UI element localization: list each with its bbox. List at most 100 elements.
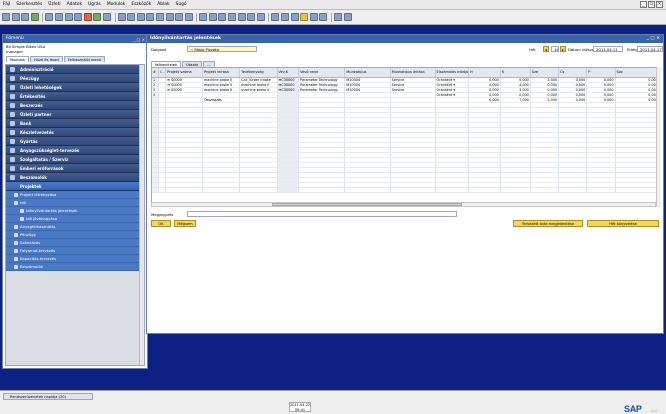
filter-icon[interactable] xyxy=(175,13,184,21)
menu-goto[interactable]: Ugrás xyxy=(88,2,101,7)
warning-icon[interactable] xyxy=(300,13,309,21)
col-header-sat[interactable]: Szo xyxy=(615,68,660,78)
col-header-thu[interactable]: Cs xyxy=(558,68,588,78)
col-header-project-desc[interactable]: Projekt leírása xyxy=(202,68,241,78)
pdf-icon[interactable] xyxy=(74,13,83,21)
calendar-icon[interactable] xyxy=(309,13,318,21)
sub-item-create-project[interactable]: Projekt létrehozása xyxy=(6,191,144,199)
minimize-icon[interactable]: _ xyxy=(640,1,647,8)
sub-item-material-usage[interactable]: Anyagfelhasználás xyxy=(6,223,144,231)
excel-icon[interactable] xyxy=(64,13,73,21)
prev-week-button[interactable]: ◂ xyxy=(543,46,549,52)
col-header-activity[interactable]: Tevékenység xyxy=(239,68,278,78)
module-banking[interactable]: Bank xyxy=(6,119,144,128)
module-service[interactable]: Szolgáltatás / Szerviz xyxy=(6,155,144,164)
gross-profit-icon[interactable] xyxy=(228,13,237,21)
cancel-button[interactable]: Mégsem xyxy=(174,220,196,227)
sub-item-reports[interactable]: Beszámolók xyxy=(6,263,144,271)
menu-business[interactable]: Üzleti xyxy=(48,2,60,7)
module-list-scrollbar[interactable] xyxy=(139,65,144,365)
sub-item-timesheets[interactable]: Időnyilvántartás jelentések xyxy=(6,207,144,215)
sub-item-time[interactable]: Idő xyxy=(6,199,144,207)
sub-item-finance[interactable]: Pénzügy xyxy=(6,231,144,239)
export-icon[interactable] xyxy=(45,13,54,21)
module-inventory[interactable]: Készletvezetés xyxy=(6,128,144,137)
show-planned-hours-button[interactable]: Tervezett órák megjelenítése xyxy=(513,220,583,227)
sort-icon[interactable] xyxy=(184,13,193,21)
settings-icon[interactable] xyxy=(256,13,265,21)
dropdown-arrow-icon[interactable]: ▾ xyxy=(453,88,455,92)
col-header-work-type[interactable]: Munkatípus xyxy=(344,68,391,78)
ok-button[interactable]: OK xyxy=(151,220,171,227)
post-week-button[interactable]: Hét könyvelése xyxy=(587,220,659,227)
layout-designer-icon[interactable] xyxy=(271,13,280,21)
menu-file[interactable]: Fájl xyxy=(3,2,10,7)
grid-horizontal-scrollbar[interactable] xyxy=(151,202,656,207)
col-header-tue[interactable]: K xyxy=(500,68,531,78)
menu-tools[interactable]: Eszközök xyxy=(131,2,151,7)
module-financials[interactable]: Pénzügy xyxy=(6,74,144,83)
scrollbar-thumb[interactable] xyxy=(272,203,462,206)
add-icon[interactable] xyxy=(127,13,136,21)
tab-user-menu[interactable]: Felhasználói menü xyxy=(63,56,106,62)
volume-icon[interactable] xyxy=(247,13,256,21)
module-opportunities[interactable]: Üzleti lehetőségek xyxy=(6,83,144,92)
col-header-number[interactable]: # xyxy=(152,68,160,78)
module-projects[interactable]: Projektek xyxy=(6,182,144,191)
timesheet-window-controls[interactable]: _ □ × xyxy=(647,35,660,43)
last-record-icon[interactable] xyxy=(165,13,174,21)
target-document-icon[interactable] xyxy=(208,13,217,21)
dropdown-arrow-icon[interactable]: ▾ xyxy=(453,83,455,87)
col-header-customer-code[interactable]: Vev.K xyxy=(277,68,300,78)
connect-icon[interactable] xyxy=(334,13,342,21)
module-reports[interactable]: Beszámolók xyxy=(6,173,144,182)
dropdown-arrow-icon[interactable]: ▾ xyxy=(453,78,455,82)
tab-drag-relate[interactable]: Húzd és Hozd xyxy=(30,56,63,62)
col-header-customer-name[interactable]: Vevő neve xyxy=(298,68,346,78)
launch-icon[interactable] xyxy=(83,13,92,21)
system-message-log-tab[interactable]: Rendszerüzenetek naplója (20) xyxy=(3,393,93,400)
sub-item-capacity-planning[interactable]: Kapacitás-tervezés xyxy=(6,255,144,263)
next-record-icon[interactable] xyxy=(155,13,164,21)
module-business-partners[interactable]: Üzleti partner xyxy=(6,110,144,119)
date-from-field[interactable]: 2011.04.11 xyxy=(593,46,623,52)
journal-icon[interactable] xyxy=(218,13,227,21)
remarks-field[interactable] xyxy=(187,211,457,217)
col-header-wed[interactable]: Sze xyxy=(530,68,560,78)
lock-icon[interactable] xyxy=(93,13,102,21)
employee-field[interactable]: ➡ Fábio Pizzato xyxy=(187,46,257,52)
menu-edit[interactable]: Szerkesztés xyxy=(16,2,42,7)
next-week-button[interactable]: ▸ xyxy=(560,46,566,52)
base-document-icon[interactable] xyxy=(199,13,208,21)
restore-icon[interactable]: ▫ xyxy=(648,1,655,8)
print-icon[interactable] xyxy=(2,13,10,21)
dashboard-icon[interactable] xyxy=(102,13,111,21)
tab-modules[interactable]: Modulok xyxy=(6,56,30,62)
sub-item-time-approval[interactable]: Idő jóváhagyása xyxy=(6,215,144,223)
alerts-icon[interactable] xyxy=(281,13,290,21)
panel-window-controls[interactable]: _ □ × xyxy=(133,36,145,44)
col-header-mon[interactable]: H xyxy=(468,68,501,78)
payment-icon[interactable] xyxy=(237,13,246,21)
col-header-billing[interactable]: Elszámolás módja xyxy=(435,68,470,78)
find-icon[interactable] xyxy=(117,13,126,21)
sub-item-process-planning[interactable]: Folyamat-tervezés xyxy=(6,247,144,255)
menu-help[interactable]: Súgó xyxy=(176,2,187,7)
word-icon[interactable] xyxy=(54,13,63,21)
col-header-work-type-desc[interactable]: Munkatípus leírása xyxy=(390,68,436,78)
logoff-icon[interactable] xyxy=(343,13,352,21)
sms-icon[interactable] xyxy=(30,13,39,21)
date-to-field[interactable]: 2011.04.17 xyxy=(637,46,663,52)
menu-window[interactable]: Ablak xyxy=(157,2,169,7)
empty-row[interactable] xyxy=(152,187,660,193)
module-mrp[interactable]: Anyagszükséglet-tervezés xyxy=(6,146,144,155)
col-header-info[interactable]: I... xyxy=(158,68,167,78)
first-record-icon[interactable] xyxy=(136,13,145,21)
prev-record-icon[interactable] xyxy=(146,13,155,21)
week-field[interactable]: 16 xyxy=(551,46,559,52)
close-icon[interactable]: × xyxy=(656,1,663,8)
module-purchasing[interactable]: Beszerzés xyxy=(6,101,144,110)
help-icon[interactable] xyxy=(319,13,328,21)
module-production[interactable]: Gyártás xyxy=(6,137,144,146)
messages-icon[interactable] xyxy=(290,13,299,21)
